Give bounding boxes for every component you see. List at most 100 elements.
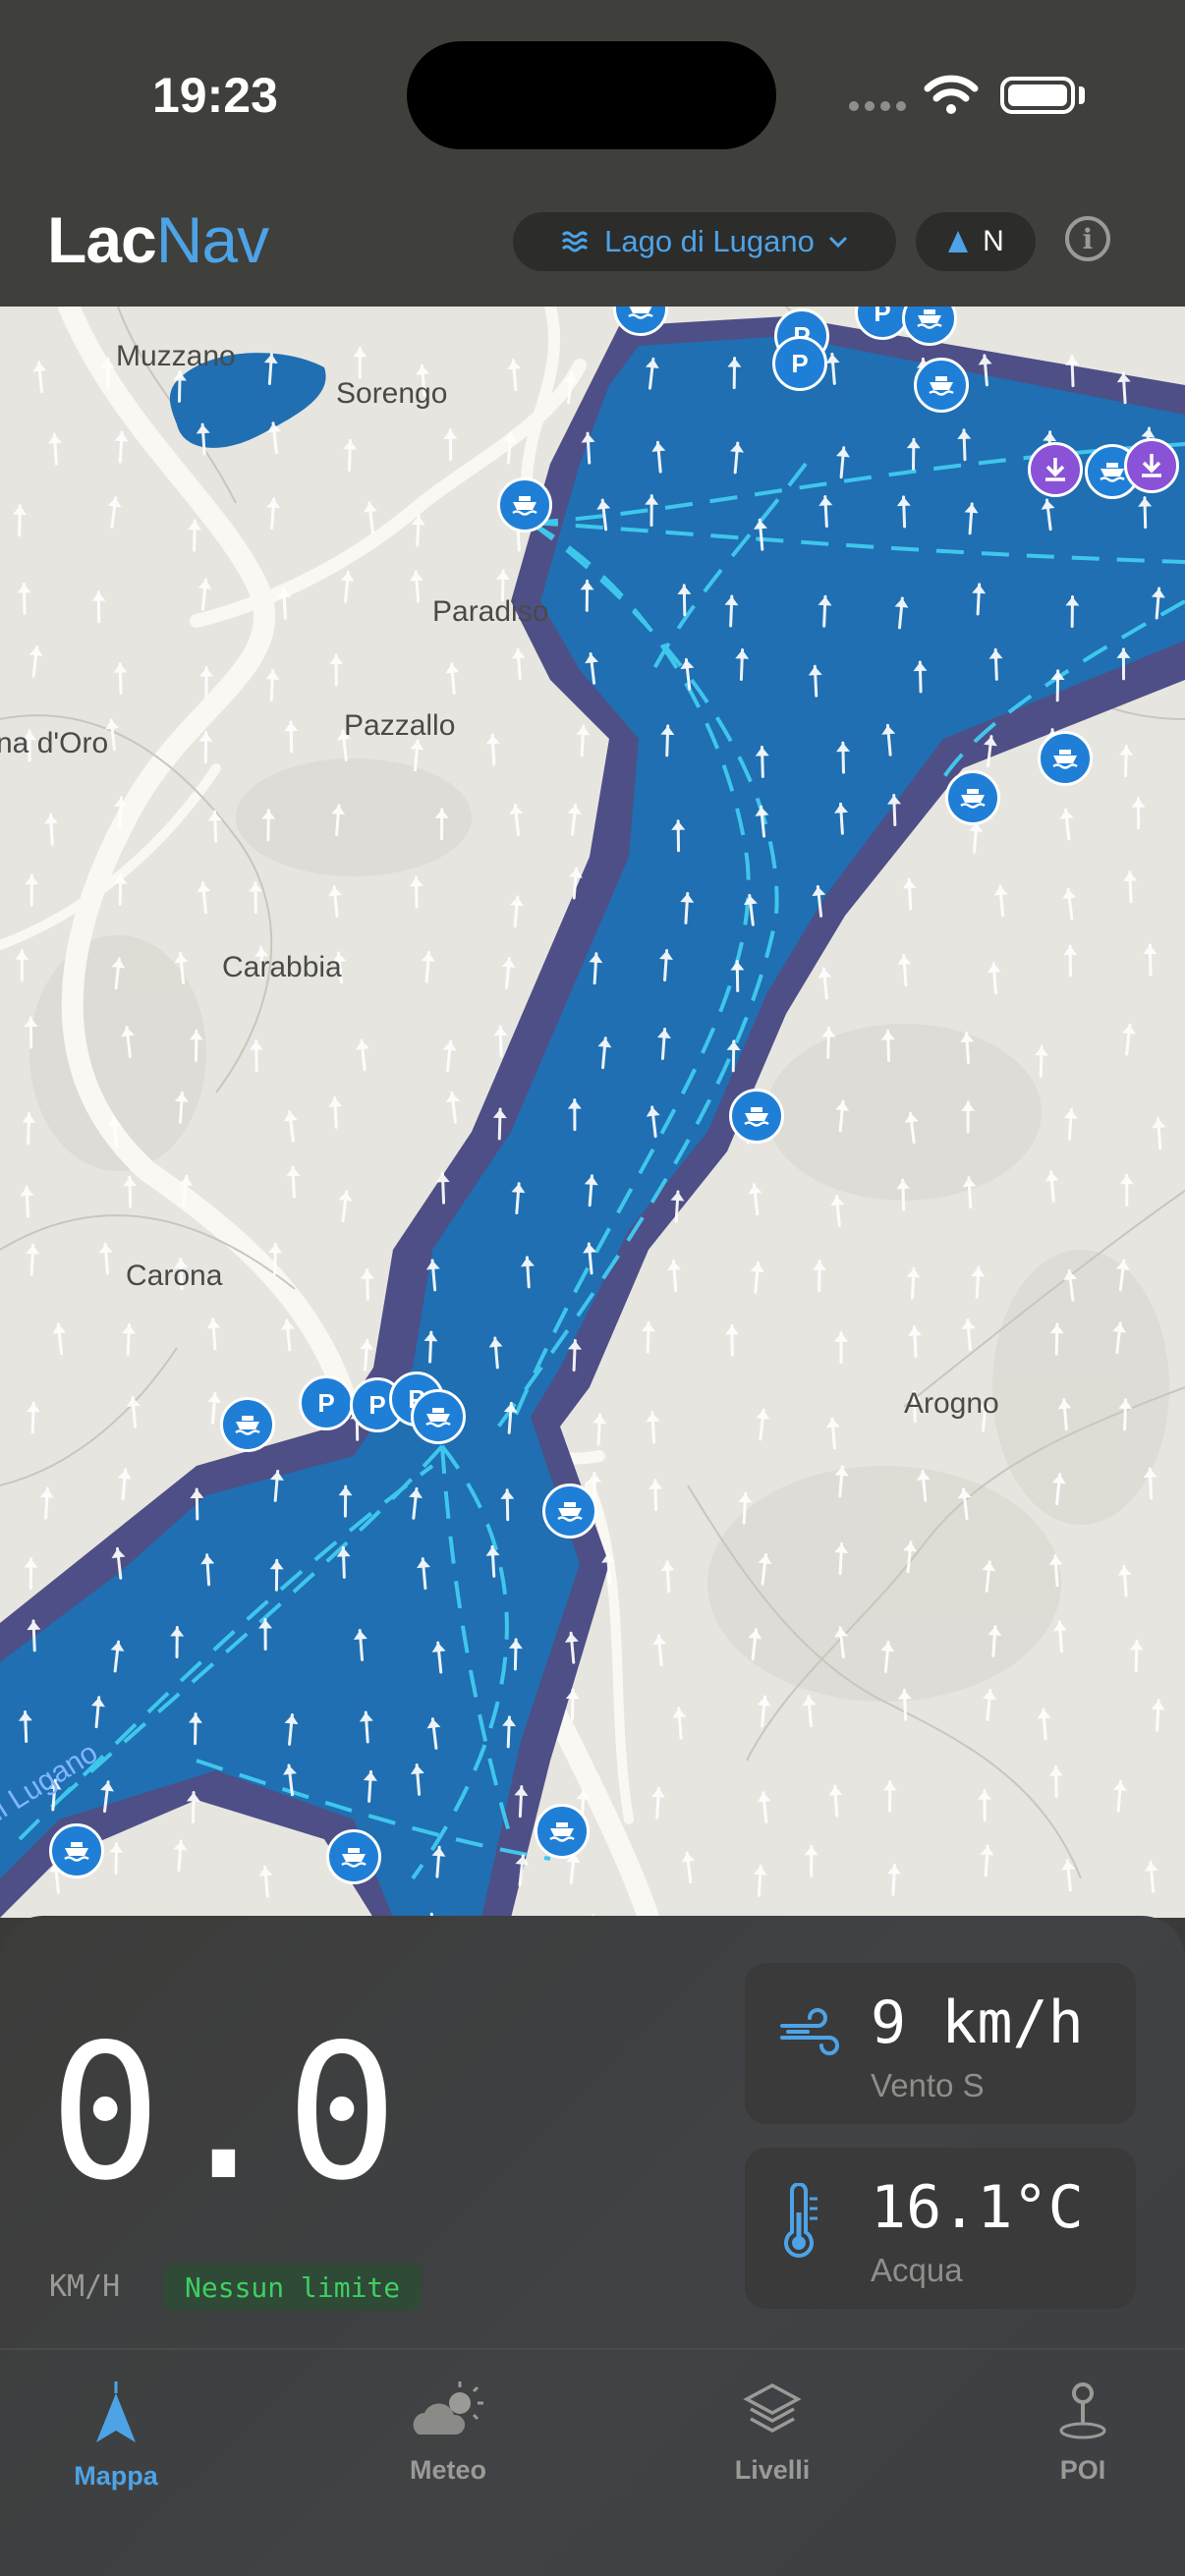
wind-arrow <box>834 1542 849 1575</box>
wind-arrow <box>724 1323 739 1357</box>
boat-dock-marker[interactable] <box>914 358 969 413</box>
wind-arrow <box>435 1171 450 1204</box>
wind-arrow <box>355 1038 369 1072</box>
wind-arrow <box>993 884 1008 918</box>
wind-arrow <box>812 884 826 918</box>
wind-arrow <box>564 371 578 405</box>
wind-arrow <box>200 1553 215 1587</box>
map-label-carona: Carona <box>126 1260 223 1292</box>
wind-arrow <box>363 1769 377 1803</box>
wind-arrow <box>651 440 666 474</box>
boat-dock-marker[interactable] <box>535 1804 590 1859</box>
boat-dock-marker[interactable] <box>729 1089 784 1144</box>
boat-dock-marker[interactable] <box>326 1829 381 1884</box>
download-marker[interactable] <box>1124 438 1179 493</box>
boat-dock-marker[interactable] <box>220 1397 275 1452</box>
wind-arrow <box>983 735 997 767</box>
water-temp-value: 16.1°C <box>871 2173 1084 2242</box>
boat-dock-marker[interactable] <box>1038 731 1093 786</box>
wind-arrow <box>818 967 832 1000</box>
tab-mappa[interactable]: Mappa <box>18 2380 214 2492</box>
logo-text-lac: Lac <box>47 203 157 276</box>
wind-arrow <box>426 1717 441 1750</box>
wind-arrow <box>107 496 122 529</box>
wind-arrow <box>802 1695 817 1728</box>
map-label-pazzallo: Pazzallo <box>344 709 456 742</box>
wind-arrow <box>1119 745 1134 778</box>
wind-arrow <box>174 952 189 984</box>
wind-arrow <box>114 430 129 464</box>
wind-arrow <box>881 723 896 756</box>
wind-arrow <box>564 1631 579 1664</box>
boat-dock-marker[interactable] <box>49 1823 104 1878</box>
tab-poi[interactable]: POI <box>985 2380 1181 2486</box>
wind-arrow <box>652 1634 667 1667</box>
wind-arrow <box>641 1320 655 1354</box>
parking-marker[interactable]: P <box>772 336 827 391</box>
tab-livelli[interactable]: Livelli <box>674 2380 871 2486</box>
wind-arrow <box>26 1401 40 1434</box>
wind-arrow <box>508 1638 523 1671</box>
wind-arrow <box>284 1713 299 1746</box>
wind-arrow <box>286 1165 301 1199</box>
wind-arrow <box>514 1785 529 1819</box>
boat-dock-marker[interactable] <box>945 770 1000 825</box>
wind-arrow <box>750 1260 764 1294</box>
wind-arrow <box>493 1025 508 1058</box>
wind-arrow <box>18 1710 32 1744</box>
wind-arrow <box>488 1336 503 1370</box>
wind-arrow <box>15 949 29 982</box>
wind-arrow <box>511 1182 526 1215</box>
wind-arrow <box>179 1174 194 1207</box>
wind-arrow <box>957 1487 972 1521</box>
wind-arrow <box>189 1029 203 1062</box>
wind-arrow <box>584 1174 598 1207</box>
info-button[interactable]: i <box>1065 216 1110 261</box>
wind-arrow <box>650 1786 665 1820</box>
parking-marker[interactable]: P <box>299 1375 354 1430</box>
compass-north-button[interactable]: N <box>916 212 1036 271</box>
wind-arrow <box>680 891 695 924</box>
wind-arrow <box>198 578 212 611</box>
wind-arrow <box>284 720 299 754</box>
wind-arrow <box>423 1330 438 1364</box>
wind-arrow <box>20 1185 34 1218</box>
wind-arrow <box>757 1695 771 1728</box>
wind-arrow <box>199 665 214 699</box>
map-label-muzzano: Muzzano <box>116 340 236 372</box>
lake-selector-button[interactable]: Lago di Lugano <box>513 212 896 271</box>
wind-arrow <box>658 949 673 981</box>
wind-arrow <box>730 441 745 475</box>
wind-arrow <box>825 352 840 385</box>
wind-arrow <box>670 1190 685 1223</box>
wind-arrow <box>410 1763 424 1796</box>
wind-arrow <box>269 1558 284 1592</box>
wind-arrow <box>207 810 222 843</box>
wind-arrow <box>804 1844 818 1877</box>
pin-icon <box>1059 2382 1106 2439</box>
wind-arrow <box>1051 1473 1066 1506</box>
water-temp-card: 16.1°C Acqua <box>745 2148 1136 2309</box>
wind-arrow <box>359 1710 373 1744</box>
wind-arrow <box>957 428 972 462</box>
wind-arrow <box>961 1318 976 1351</box>
wind-arrow <box>172 369 187 403</box>
wind-direction-label: Vento S <box>871 2067 985 2103</box>
wind-arrow <box>109 1842 124 1876</box>
wind-arrow <box>1059 808 1074 841</box>
wind-arrow <box>170 1626 185 1659</box>
wind-arrow <box>107 1115 122 1148</box>
boat-dock-marker[interactable] <box>497 477 552 532</box>
wind-arrow <box>198 731 213 764</box>
download-marker[interactable] <box>1028 442 1083 497</box>
wind-arrow <box>22 1112 36 1146</box>
wind-arrow <box>121 1026 135 1058</box>
wind-arrow <box>585 651 599 685</box>
wind-arrow <box>1044 1170 1059 1204</box>
map-view[interactable]: Muzzano Sorengo Paradiso Pazzallo na d'O… <box>0 307 1185 1918</box>
tab-meteo[interactable]: Meteo <box>350 2380 546 2486</box>
boat-dock-marker[interactable] <box>542 1484 597 1539</box>
wind-arrow <box>1115 1259 1130 1292</box>
boat-dock-marker[interactable] <box>411 1389 466 1444</box>
wind-arrow <box>328 885 342 918</box>
